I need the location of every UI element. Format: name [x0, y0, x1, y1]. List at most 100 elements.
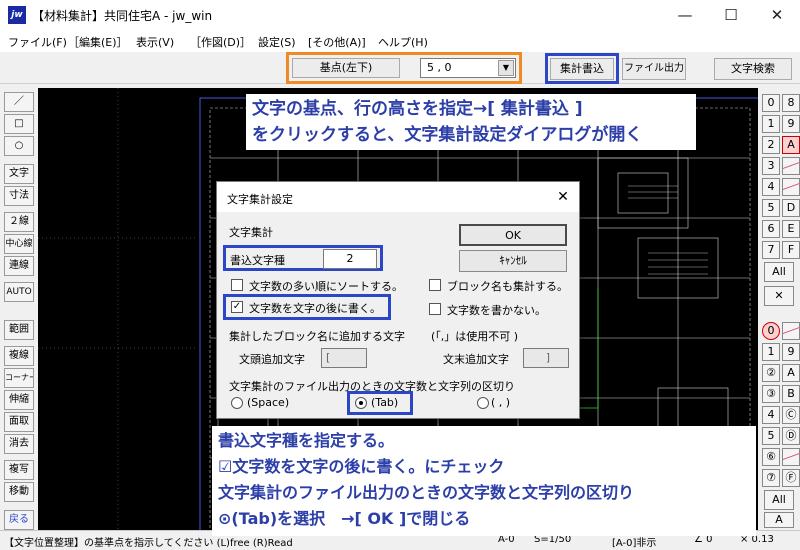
write-count-after-checkbox[interactable]: ✓: [231, 301, 243, 313]
layer-button-0[interactable]: 0: [762, 94, 780, 112]
sep-tab-label[interactable]: (Tab): [371, 396, 398, 409]
group-button-3[interactable]: ③: [762, 385, 780, 403]
circle-tool-button[interactable]: ○: [4, 136, 34, 156]
copy-tool-button[interactable]: 複写: [4, 460, 34, 480]
chamfer-tool-button[interactable]: 面取: [4, 412, 34, 432]
window-title: 【材料集計】共同住宅A - jw_win: [32, 9, 213, 23]
text-search-button[interactable]: 文字検索: [714, 58, 792, 80]
parallel-line-tool-button[interactable]: 複線: [4, 346, 34, 366]
sep-tab-radio[interactable]: [355, 397, 367, 409]
close-button[interactable]: ✕: [754, 0, 800, 30]
corner-tool-button[interactable]: コーナー: [4, 368, 34, 388]
layer-button-8[interactable]: 8: [782, 94, 800, 112]
maximize-button[interactable]: ☐: [708, 0, 754, 30]
cancel-button[interactable]: ｷｬﾝｾﾙ: [459, 250, 567, 272]
auto-mode-button[interactable]: AUTO: [4, 282, 34, 302]
group-button-b[interactable]: B: [782, 385, 800, 403]
layer-button-7[interactable]: 7: [762, 241, 780, 259]
text-tool-button[interactable]: 文字: [4, 164, 34, 184]
text-tally-settings-dialog: 文字集計設定 ✕ 文字集計 OK ｷｬﾝｾﾙ 書込文字種 2 文字数の多い順にソ…: [216, 181, 580, 419]
menu-edit[interactable]: ［編集(E)］: [68, 34, 128, 50]
group-button-c[interactable]: Ⓒ: [782, 406, 800, 424]
erase-tool-button[interactable]: 消去: [4, 434, 34, 454]
layer-x-button[interactable]: ✕: [764, 286, 794, 306]
highlight-frame-blue: [545, 53, 619, 84]
sep-space-label[interactable]: (Space): [247, 396, 289, 409]
app-icon: jw: [8, 6, 26, 24]
group-button-1[interactable]: 1: [762, 343, 780, 361]
group-button-0[interactable]: 0: [762, 322, 780, 340]
group-button-e[interactable]: [782, 448, 800, 466]
dimension-tool-button[interactable]: 寸法: [4, 186, 34, 206]
file-output-button[interactable]: ファイル出力: [622, 58, 686, 80]
sep-comma-label[interactable]: ( , ): [491, 396, 510, 409]
tally-block-names-checkbox[interactable]: [429, 279, 441, 291]
layer-button-a[interactable]: A: [782, 136, 800, 154]
status-hint: 【文字位置整理】の基準点を指示してください (L)free (R)Read: [4, 538, 293, 549]
no-count-checkbox[interactable]: [429, 303, 441, 315]
move-tool-button[interactable]: 移動: [4, 482, 34, 502]
prefix-input[interactable]: [: [321, 348, 367, 368]
layer-button-c[interactable]: [782, 178, 800, 196]
write-count-after-label[interactable]: 文字数を文字の後に書く。: [249, 300, 381, 316]
layer-button-5[interactable]: 5: [762, 199, 780, 217]
layer-button-f[interactable]: F: [782, 241, 800, 259]
menu-other[interactable]: [その他(A)]: [308, 34, 366, 50]
layer-button-d[interactable]: D: [782, 199, 800, 217]
layer-button-1[interactable]: 1: [762, 115, 780, 133]
group-button-6[interactable]: ⑥: [762, 448, 780, 466]
group-a-button[interactable]: A: [764, 512, 794, 528]
range-tool-button[interactable]: 範囲: [4, 320, 34, 340]
layer-button-e[interactable]: E: [782, 220, 800, 238]
menu-settings[interactable]: 設定(S): [258, 34, 296, 50]
minimize-button[interactable]: —: [662, 0, 708, 30]
centerline-tool-button[interactable]: 中心線: [4, 234, 34, 254]
group-button-5[interactable]: 5: [762, 427, 780, 445]
block-prefix-heading: 集計したブロック名に追加する文字: [229, 330, 405, 343]
sep-comma-radio[interactable]: [477, 397, 489, 409]
group-all-button[interactable]: All: [764, 490, 794, 510]
ok-button[interactable]: OK: [459, 224, 567, 246]
group-button-d[interactable]: Ⓓ: [782, 427, 800, 445]
rectangle-tool-button[interactable]: □: [4, 114, 34, 134]
callout-top-line2: をクリックすると、文字集計設定ダイアログが開く: [252, 125, 643, 145]
title-bar: jw 【材料集計】共同住宅A - jw_win — ☐ ✕: [0, 0, 800, 30]
suffix-input[interactable]: ]: [523, 348, 569, 368]
menu-draw[interactable]: ［作図(D)］: [190, 34, 251, 50]
layer-all-button[interactable]: All: [764, 262, 794, 282]
undo-button[interactable]: 戻る: [4, 510, 34, 530]
dialog-close-icon[interactable]: ✕: [551, 186, 575, 208]
no-count-label[interactable]: 文字数を書かない。: [447, 302, 546, 318]
menu-file[interactable]: ファイル(F): [8, 34, 67, 50]
layer-button-3[interactable]: 3: [762, 157, 780, 175]
double-line-tool-button[interactable]: ２線: [4, 212, 34, 232]
menu-bar: ファイル(F) ［編集(E)］ 表示(V) ［作図(D)］ 設定(S) [その他…: [0, 30, 800, 52]
extend-tool-button[interactable]: 伸縮: [4, 390, 34, 410]
menu-view[interactable]: 表示(V): [136, 34, 174, 50]
group-button-a[interactable]: A: [782, 364, 800, 382]
write-type-input[interactable]: 2: [323, 249, 377, 269]
right-toolbar: 0 8 1 9 2 A 3 4 5 D 6 E 7 F All ✕ 0 1 9 …: [758, 88, 800, 530]
suffix-label: 文末追加文字: [443, 353, 509, 366]
status-layer[interactable]: [A-0]非示: [612, 534, 656, 549]
group-button-f[interactable]: Ⓕ: [782, 469, 800, 487]
sep-space-radio[interactable]: [231, 397, 243, 409]
layer-button-b[interactable]: [782, 157, 800, 175]
menu-help[interactable]: ヘルプ(H): [378, 34, 428, 50]
group-button-8[interactable]: [782, 322, 800, 340]
tally-block-names-label[interactable]: ブロック名も集計する。: [447, 278, 568, 294]
layer-button-9[interactable]: 9: [782, 115, 800, 133]
callout-bottom: 書込文字種を指定する。 ☑文字数を文字の後に書く。にチェック 文字集計のファイル…: [212, 426, 756, 536]
continuous-line-tool-button[interactable]: 連線: [4, 256, 34, 276]
group-button-7[interactable]: ⑦: [762, 469, 780, 487]
layer-button-6[interactable]: 6: [762, 220, 780, 238]
sort-by-count-label[interactable]: 文字数の多い順にソートする。: [249, 278, 403, 294]
sort-by-count-checkbox[interactable]: [231, 279, 243, 291]
layer-button-4[interactable]: 4: [762, 178, 780, 196]
group-button-2[interactable]: ②: [762, 364, 780, 382]
group-button-4[interactable]: 4: [762, 406, 780, 424]
layer-button-2[interactable]: 2: [762, 136, 780, 154]
line-tool-button[interactable]: ／: [4, 92, 34, 112]
group-button-9[interactable]: 9: [782, 343, 800, 361]
dialog-title-bar: 文字集計設定 ✕: [217, 182, 579, 212]
